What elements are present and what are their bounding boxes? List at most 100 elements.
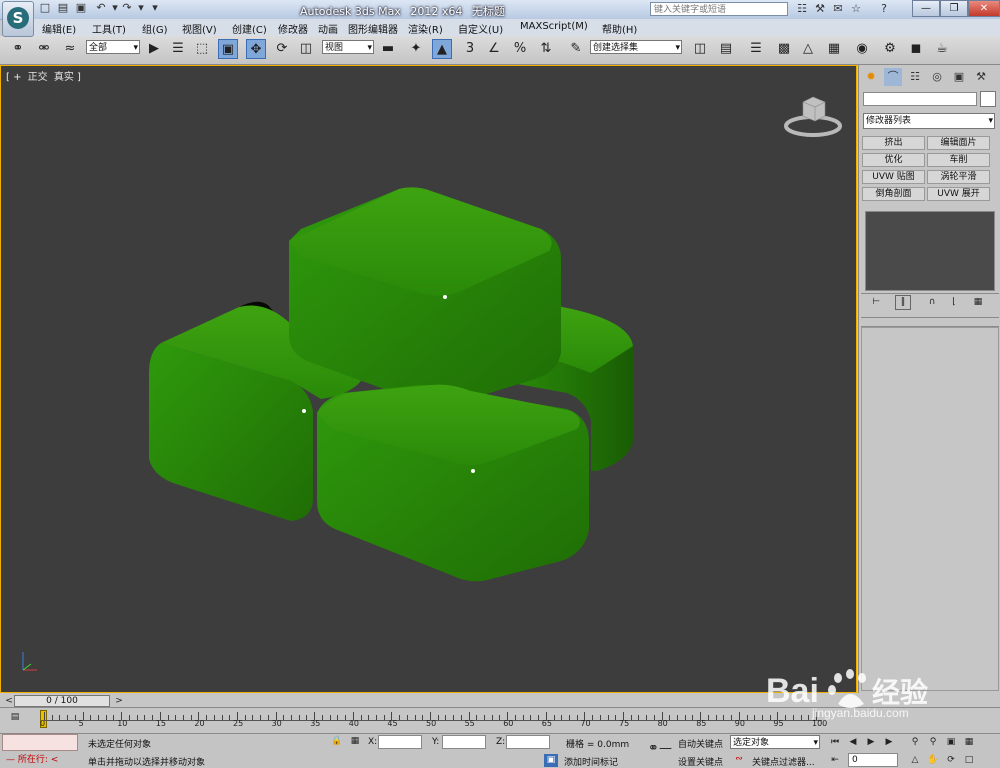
new-file-icon[interactable]: □ <box>38 1 52 15</box>
percent-snap-icon[interactable]: % <box>510 39 530 59</box>
field-of-view-icon[interactable]: △ <box>908 754 922 767</box>
spinner-snap-icon[interactable]: ⇅ <box>536 39 556 59</box>
unlink-icon[interactable]: ⚮ <box>34 39 54 59</box>
object-name-field[interactable] <box>863 92 977 106</box>
open-file-icon[interactable]: ▤ <box>56 1 70 15</box>
maximize-viewport-icon[interactable]: □ <box>962 754 976 767</box>
play-icon[interactable]: ▶ <box>864 736 878 749</box>
selection-filter-dropdown[interactable]: 全部 <box>86 40 140 54</box>
bind-space-warp-icon[interactable]: ≈ <box>60 39 80 59</box>
align-icon[interactable]: ▤ <box>716 39 736 59</box>
zoom-extents-icon[interactable]: ▣ <box>944 736 958 749</box>
save-icon[interactable]: ▣ <box>74 1 88 15</box>
display-tab-icon[interactable]: ▣ <box>950 68 968 86</box>
keyboard-shortcut-override-icon[interactable]: ▲ <box>432 39 452 59</box>
goto-start-icon[interactable]: ⏮ <box>828 736 842 749</box>
modifier-lathe-button[interactable]: 车削 <box>927 153 990 167</box>
green-box-front[interactable] <box>317 384 589 582</box>
key-mode-toggle-icon[interactable]: ⇤ <box>828 754 842 767</box>
minimize-button[interactable]: — <box>912 0 940 17</box>
remove-modifier-icon[interactable]: ⌊ <box>947 296 961 309</box>
select-object-icon[interactable]: ▶ <box>144 39 164 59</box>
zoom-extents-all-icon[interactable]: ▦ <box>962 736 976 749</box>
modifier-uvw-map-button[interactable]: UVW 贴图 <box>862 170 925 184</box>
viewcube[interactable] <box>783 94 843 138</box>
rendered-frame-icon[interactable]: ◼ <box>906 39 926 59</box>
link-icon[interactable]: ⚭ <box>8 39 28 59</box>
menu-modifiers[interactable]: 修改器 <box>278 21 308 36</box>
y-coordinate-field[interactable] <box>442 735 486 749</box>
select-and-manipulate-icon[interactable]: ✦ <box>406 39 426 59</box>
menu-tools[interactable]: 工具(T) <box>92 21 126 36</box>
select-and-rotate-icon[interactable]: ⟳ <box>272 39 292 59</box>
app-menu-button[interactable]: S <box>2 1 34 37</box>
time-tag-icon[interactable]: ▣ <box>544 754 558 767</box>
motion-tab-icon[interactable]: ◎ <box>928 68 946 86</box>
hierarchy-tab-icon[interactable]: ☷ <box>906 68 924 86</box>
named-selection-dropdown[interactable]: 创建选择集 <box>590 40 682 54</box>
schematic-view-icon[interactable]: ▦ <box>824 39 844 59</box>
next-frame-icon[interactable]: ▶ <box>882 736 896 749</box>
help-icon[interactable]: ? <box>876 2 892 16</box>
curve-editor-icon[interactable]: △ <box>798 39 818 59</box>
angle-snap-icon[interactable]: ∠ <box>484 39 504 59</box>
make-unique-icon[interactable]: ∩ <box>925 296 939 309</box>
restore-button[interactable]: ❐ <box>940 0 968 17</box>
modifier-optimize-button[interactable]: 优化 <box>862 153 925 167</box>
menu-views[interactable]: 视图(V) <box>182 21 217 36</box>
edit-named-selection-icon[interactable]: ✎ <box>566 39 586 59</box>
favorites-icon[interactable]: ☆ <box>848 2 864 16</box>
communication-icon[interactable]: ✉ <box>830 2 846 16</box>
rectangle-selection-icon[interactable]: ⬚ <box>192 39 212 59</box>
orbit-icon[interactable]: ⟳ <box>944 754 958 767</box>
key-mode-dropdown[interactable]: 选定对象 <box>730 735 820 749</box>
auto-key-button[interactable]: 自动关键点 <box>678 737 723 750</box>
material-editor-icon[interactable]: ◉ <box>852 39 872 59</box>
snap-toggle-icon[interactable]: 3 <box>460 39 480 59</box>
modifier-stack-list[interactable] <box>865 211 995 291</box>
undo-icon[interactable]: ↶ <box>94 1 108 15</box>
current-frame-field[interactable]: 0 <box>848 753 898 767</box>
absolute-mode-icon[interactable]: ▦ <box>348 735 362 748</box>
mirror-icon[interactable]: ◫ <box>690 39 710 59</box>
redo-dropdown-icon[interactable]: ▾ <box>134 1 148 15</box>
pivot-center-icon[interactable]: ▬ <box>378 39 398 59</box>
modifier-bevel-profile-button[interactable]: 倒角剖面 <box>862 187 925 201</box>
modifier-edit-patch-button[interactable]: 编辑面片 <box>927 136 990 150</box>
zoom-all-icon[interactable]: ⚲ <box>926 736 940 749</box>
modifier-turbosmooth-button[interactable]: 涡轮平滑 <box>927 170 990 184</box>
tools-icon[interactable]: ⚒ <box>812 2 828 16</box>
create-tab-icon[interactable]: ✹ <box>862 68 880 86</box>
key-filter-icon[interactable]: ∾ <box>732 753 746 766</box>
menu-rendering[interactable]: 渲染(R) <box>408 21 443 36</box>
menu-edit[interactable]: 编辑(E) <box>42 21 76 36</box>
menu-animation[interactable]: 动画 <box>318 21 338 36</box>
utilities-tab-icon[interactable]: ⚒ <box>972 68 990 86</box>
perspective-viewport[interactable]: [ + 正交 真实 ] <box>0 65 857 693</box>
key-filters-button[interactable]: 关键点过滤器... <box>752 755 815 768</box>
x-coordinate-field[interactable] <box>378 735 422 749</box>
menu-maxscript[interactable]: MAXScript(M) <box>520 21 588 32</box>
pan-icon[interactable]: ✋ <box>926 754 940 767</box>
select-and-scale-icon[interactable]: ◫ <box>296 39 316 59</box>
configure-sets-icon[interactable]: ▦ <box>971 296 985 309</box>
menu-create[interactable]: 创建(C) <box>232 21 267 36</box>
z-coordinate-field[interactable] <box>506 735 550 749</box>
window-crossing-icon[interactable]: ▣ <box>218 39 238 59</box>
render-teapot-icon[interactable]: ☕ <box>932 39 952 59</box>
binoculars-icon[interactable]: ☷ <box>794 2 810 16</box>
modifier-list-dropdown[interactable]: 修改器列表 <box>863 113 995 129</box>
select-and-move-icon[interactable]: ✥ <box>246 39 266 59</box>
set-key-button[interactable]: 设置关键点 <box>678 755 723 768</box>
menu-help[interactable]: 帮助(H) <box>602 21 637 36</box>
show-end-result-icon[interactable]: ‖ <box>895 295 911 310</box>
selection-lock-icon[interactable]: 🔒 <box>330 735 344 748</box>
scene-objects[interactable] <box>1 66 856 692</box>
key-icon[interactable]: ⚭— <box>648 742 672 755</box>
menu-group[interactable]: 组(G) <box>142 21 168 36</box>
qat-customize-icon[interactable]: ▾ <box>148 1 162 15</box>
graphite-toggle-icon[interactable]: ▩ <box>774 39 794 59</box>
object-color-swatch[interactable] <box>980 91 996 107</box>
zoom-icon[interactable]: ⚲ <box>908 736 922 749</box>
search-input[interactable]: 键入关键字或短语 <box>650 2 788 16</box>
